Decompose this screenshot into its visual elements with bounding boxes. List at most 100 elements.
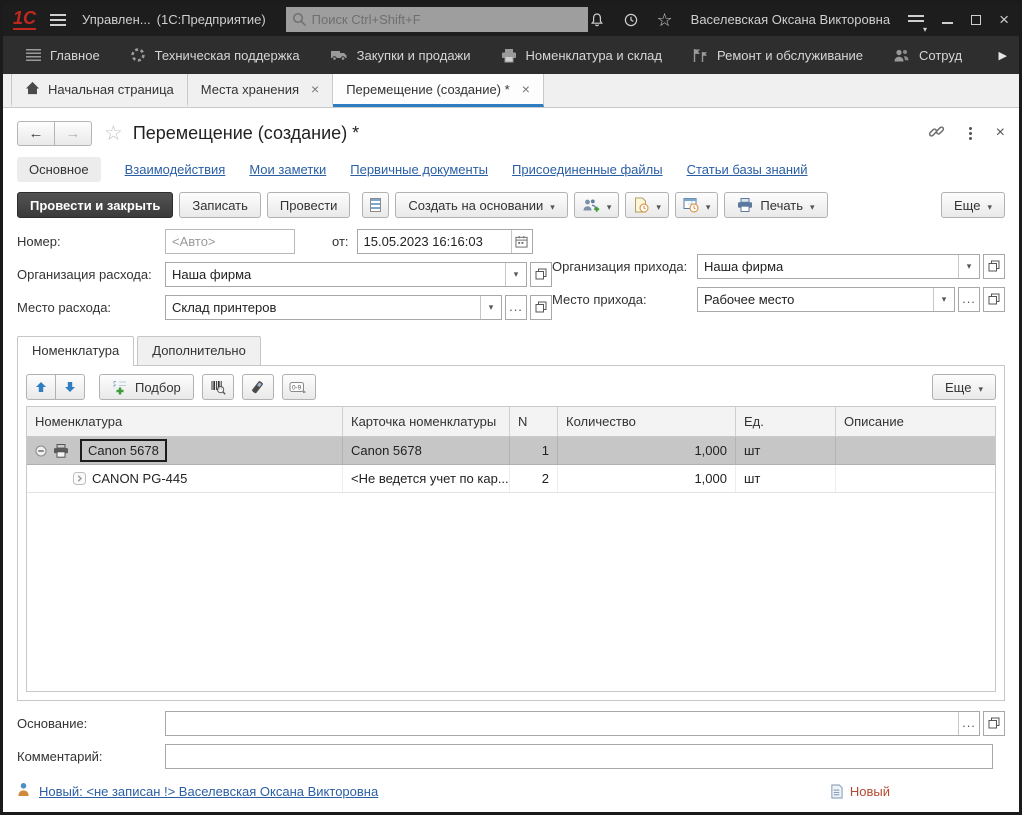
close-tab-icon[interactable]: × [522, 82, 530, 96]
navlink-main[interactable]: Основное [17, 157, 101, 182]
place-out-open-button[interactable] [530, 295, 552, 320]
favorite-star-icon[interactable]: ☆ [104, 121, 123, 146]
more-button[interactable]: Еще [941, 192, 1005, 218]
org-in-open-button[interactable] [983, 254, 1005, 279]
print-button[interactable]: Печать [724, 192, 827, 218]
org-in-input[interactable] [698, 259, 958, 274]
back-button[interactable]: ← [17, 121, 55, 146]
menu-item-nomenclature[interactable]: Номенклатура и склад [486, 36, 677, 74]
barcode-scan-button[interactable] [202, 374, 234, 400]
menu-overflow-arrow[interactable]: ▶ [995, 49, 1011, 62]
cell-quantity[interactable]: 1,000 [558, 437, 736, 464]
post-and-close-button[interactable]: Провести и закрыть [17, 192, 173, 218]
calendar-icon[interactable] [511, 230, 532, 253]
menu-item-support[interactable]: Техническая поддержка [115, 36, 315, 74]
document-status-link[interactable]: Новый: <не записан !> Васелевская Оксана… [39, 784, 378, 799]
notifications-bell-icon[interactable] [589, 12, 605, 28]
place-out-input[interactable] [166, 300, 480, 315]
org-out-open-button[interactable] [530, 262, 552, 287]
copy-link-icon[interactable] [928, 123, 945, 143]
basis-ellipsis-button[interactable] [958, 712, 979, 735]
data-terminal-button[interactable] [242, 374, 274, 400]
menu-item-main[interactable]: Главное [11, 36, 115, 74]
column-header[interactable]: Описание [836, 407, 995, 436]
dropdown-arrow-icon[interactable] [958, 255, 979, 278]
navlink-primary-docs[interactable]: Первичные документы [350, 162, 488, 177]
navlink-kb-articles[interactable]: Статьи базы знаний [687, 162, 808, 177]
user-name[interactable]: Васелевская Оксана Викторовна [691, 12, 890, 27]
grid-row[interactable]: Canon 5678 Canon 5678 1 1,000 шт [27, 437, 995, 465]
place-in-ellipsis-button[interactable] [958, 287, 980, 312]
post-button[interactable]: Провести [267, 192, 351, 218]
place-in-open-button[interactable] [983, 287, 1005, 312]
navlink-attached-files[interactable]: Присоединенные файлы [512, 162, 663, 177]
comment-input[interactable] [166, 749, 992, 764]
dropdown-arrow-icon[interactable] [505, 263, 526, 286]
date-input[interactable] [358, 234, 511, 249]
cell-description[interactable] [836, 465, 995, 492]
grid-row[interactable]: CANON PG-445 <Не ведется учет по кар... … [27, 465, 995, 493]
more-menu-icon[interactable] [969, 132, 972, 135]
cell-quantity[interactable]: 1,000 [558, 465, 736, 492]
create-task-button[interactable] [574, 192, 620, 218]
close-tab-icon[interactable]: × [311, 82, 319, 96]
move-up-button[interactable] [26, 374, 56, 400]
grid-more-button[interactable]: Еще [932, 374, 996, 400]
cell-card[interactable]: Canon 5678 [343, 437, 510, 464]
cell-description[interactable] [836, 437, 995, 464]
number-input[interactable] [166, 234, 294, 249]
tab-additional[interactable]: Дополнительно [137, 336, 261, 365]
tab-movement[interactable]: Перемещение (создание) * × [333, 74, 544, 107]
save-button[interactable]: Записать [179, 192, 261, 218]
column-header[interactable]: Номенклатура [27, 407, 343, 436]
cell-name[interactable]: CANON PG-445 [92, 471, 187, 486]
navlink-interactions[interactable]: Взаимодействия [125, 162, 226, 177]
cell-n[interactable]: 1 [510, 437, 558, 464]
tab-nomenclature[interactable]: Номенклатура [17, 336, 134, 366]
minimize-button[interactable] [942, 16, 953, 24]
place-in-input[interactable] [698, 292, 933, 307]
focused-cell[interactable]: Canon 5678 [80, 439, 167, 462]
column-header[interactable]: N [510, 407, 558, 436]
tab-home[interactable]: Начальная страница [11, 74, 188, 107]
collapse-minus-icon[interactable] [35, 445, 47, 457]
move-down-button[interactable] [55, 374, 85, 400]
dropdown-arrow-icon[interactable] [933, 288, 954, 311]
place-out-ellipsis-button[interactable] [505, 295, 527, 320]
tab-storage-places[interactable]: Места хранения × [188, 74, 333, 107]
forward-button[interactable]: → [54, 121, 92, 146]
service-menu-icon[interactable] [908, 15, 924, 25]
create-based-on-button[interactable]: Создать на основании [395, 192, 567, 218]
history-icon[interactable] [623, 12, 639, 28]
menu-item-purchases[interactable]: Закупки и продажи [315, 36, 486, 74]
search-input[interactable] [286, 7, 588, 32]
org-out-input[interactable] [166, 267, 505, 282]
org-in-field [697, 254, 980, 279]
basis-input[interactable] [166, 716, 958, 731]
document-register-button[interactable] [362, 192, 389, 218]
favorites-star-icon[interactable]: ☆ [657, 11, 673, 29]
navlink-my-notes[interactable]: Мои заметки [249, 162, 326, 177]
main-menu-hamburger-icon[interactable] [50, 14, 66, 26]
menu-item-staff[interactable]: Сотруд [878, 36, 977, 74]
maximize-button[interactable] [971, 15, 981, 25]
cell-unit[interactable]: шт [736, 465, 836, 492]
chevron-right-icon[interactable] [73, 472, 86, 485]
basis-open-button[interactable] [983, 711, 1005, 736]
dropdown-arrow-icon[interactable] [480, 296, 501, 319]
enter-code-button[interactable]: 0-9 [282, 374, 316, 400]
column-header[interactable]: Ед. [736, 407, 836, 436]
menu-item-repair[interactable]: Ремонт и обслуживание [677, 36, 878, 74]
close-form-icon[interactable]: × [996, 125, 1005, 141]
create-reminder-button[interactable] [625, 192, 669, 218]
pick-button[interactable]: Подбор [99, 374, 194, 400]
close-window-button[interactable]: × [999, 11, 1009, 28]
cell-unit[interactable]: шт [736, 437, 836, 464]
column-header[interactable]: Количество [558, 407, 736, 436]
open-icon [535, 301, 547, 313]
schedule-button[interactable] [675, 192, 719, 218]
place-out-field [165, 295, 502, 320]
cell-n[interactable]: 2 [510, 465, 558, 492]
cell-card[interactable]: <Не ведется учет по кар... [343, 465, 510, 492]
column-header[interactable]: Карточка номенклатуры [343, 407, 510, 436]
